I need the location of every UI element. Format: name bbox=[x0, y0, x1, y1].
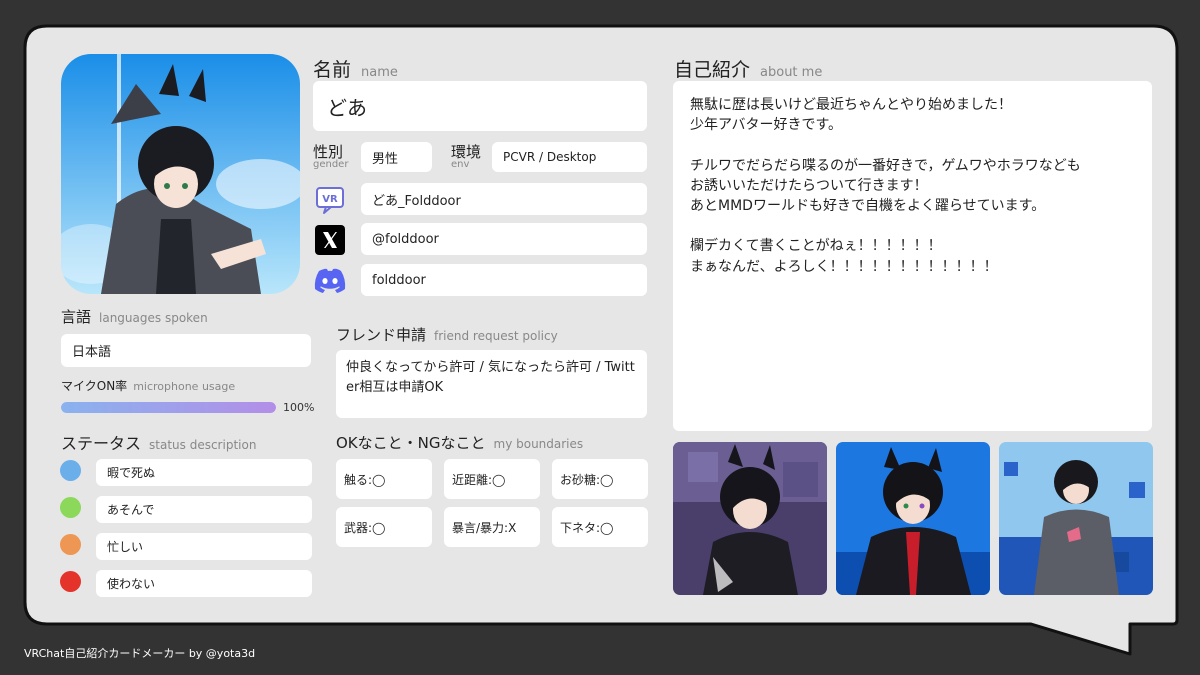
gallery-photo-1 bbox=[673, 442, 827, 595]
mic-usage-fill bbox=[61, 402, 276, 413]
boundary-item-2[interactable]: 近距離:◯ bbox=[444, 459, 540, 499]
name-field[interactable]: どあ bbox=[313, 81, 647, 131]
languages-heading: 言語 languages spoken bbox=[61, 308, 208, 326]
status-item-1[interactable]: 暇で死ぬ bbox=[96, 459, 312, 486]
vrchat-icon: VR bbox=[313, 183, 347, 217]
about-heading: 自己紹介 about me bbox=[674, 59, 823, 81]
gallery-photo-3 bbox=[999, 442, 1153, 595]
x-icon bbox=[313, 223, 347, 257]
env-field[interactable]: PCVR / Desktop bbox=[492, 142, 647, 172]
friend-request-heading: フレンド申請 friend request policy bbox=[336, 326, 558, 344]
boundaries-heading: OKなこと・NGなこと my boundaries bbox=[336, 434, 584, 452]
status-heading: ステータス status description bbox=[61, 434, 257, 453]
name-heading: 名前 name bbox=[313, 59, 398, 81]
mic-usage-percent: 100% bbox=[283, 401, 315, 414]
about-text[interactable]: 無駄に歴は長いけど最近ちゃんとやり始めました！ 少年アバター好きです。 チルワで… bbox=[673, 81, 1152, 431]
discord-icon bbox=[313, 264, 347, 298]
friend-request-field[interactable]: 仲良くなってから許可 / 気になったら許可 / Twitter相互は申請OK bbox=[336, 350, 647, 418]
status-item-2[interactable]: あそんで bbox=[96, 496, 312, 523]
env-sublabel: env bbox=[451, 159, 470, 170]
status-dot-3 bbox=[60, 534, 81, 555]
mic-heading: マイクON率 microphone usage bbox=[61, 379, 236, 393]
boundary-item-4[interactable]: 武器:◯ bbox=[336, 507, 432, 547]
status-dot-2 bbox=[60, 497, 81, 518]
footer-credit: VRChat自己紹介カードメーカー by @yota3d bbox=[24, 647, 256, 660]
avatar-photo bbox=[61, 54, 300, 294]
mic-usage-bar bbox=[61, 402, 276, 413]
vrchat-username-field[interactable]: どあ_Folddoor bbox=[361, 183, 647, 215]
languages-field[interactable]: 日本語 bbox=[61, 334, 311, 367]
gender-field[interactable]: 男性 bbox=[361, 142, 432, 172]
gender-sublabel: gender bbox=[313, 159, 349, 170]
status-item-3[interactable]: 忙しい bbox=[96, 533, 312, 560]
boundary-item-1[interactable]: 触る:◯ bbox=[336, 459, 432, 499]
discord-username-field[interactable]: folddoor bbox=[361, 264, 647, 296]
status-item-4[interactable]: 使わない bbox=[96, 570, 312, 597]
x-username-field[interactable]: @folddoor bbox=[361, 223, 647, 255]
gallery-photo-2 bbox=[836, 442, 990, 595]
svg-text:VR: VR bbox=[322, 194, 338, 205]
boundary-item-6[interactable]: 下ネタ:◯ bbox=[552, 507, 648, 547]
boundary-item-3[interactable]: お砂糖:◯ bbox=[552, 459, 648, 499]
boundary-item-5[interactable]: 暴言/暴力:X bbox=[444, 507, 540, 547]
status-dot-4 bbox=[60, 571, 81, 592]
status-dot-1 bbox=[60, 460, 81, 481]
